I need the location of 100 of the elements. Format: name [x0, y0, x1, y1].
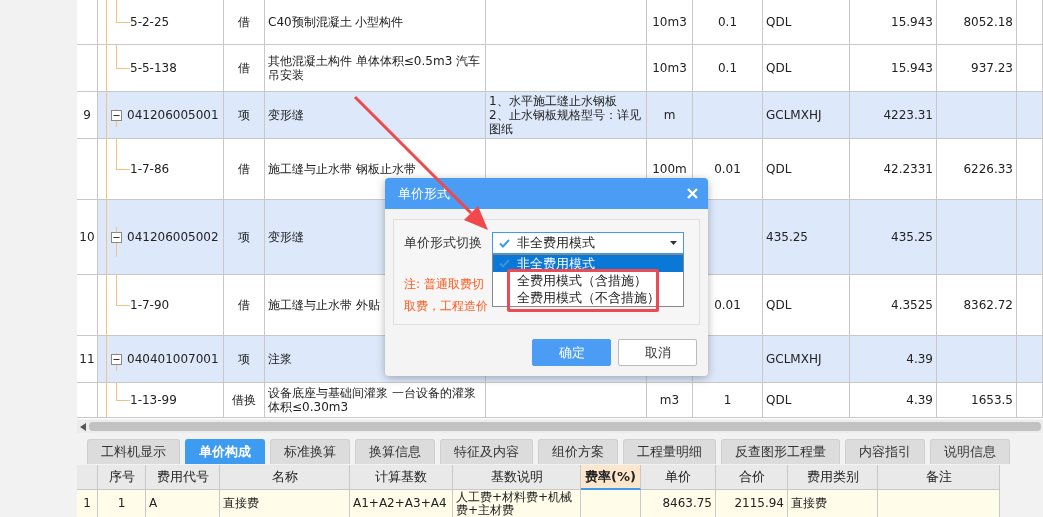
table-cell-text: 4223.31	[883, 108, 933, 122]
table-cell-text: m3	[659, 393, 680, 407]
table-cell-text: 040401007001	[127, 352, 219, 366]
column-header[interactable]: 基数说明	[453, 465, 581, 490]
tab[interactable]: 工料机显示	[87, 439, 180, 464]
table-cell-text: 项	[238, 230, 250, 244]
close-icon[interactable]	[687, 188, 698, 199]
table-cell-text: 8362.72	[963, 298, 1013, 312]
table-cell	[581, 490, 641, 517]
table-cell-text: 1	[723, 393, 732, 407]
table-cell: A	[146, 490, 220, 517]
table-cell-text: 设备底座与基础间灌浆 一台设备的灌浆体积≤0.30m3	[268, 386, 477, 414]
table-cell-text: 0.01	[714, 162, 741, 176]
table-cell-text: 变形缝	[268, 230, 304, 244]
column-header[interactable]: 费用代号	[146, 465, 220, 490]
table-cell-text: 100m	[652, 162, 687, 176]
table-cell-text: 施工缝与止水带 钢板止水带	[268, 162, 416, 176]
table-cell: 直接费	[788, 490, 878, 517]
column-header[interactable]: 费率(%)	[581, 465, 641, 490]
collapse-icon[interactable]	[111, 231, 122, 243]
table-cell-text: 注浆	[268, 352, 292, 366]
table-cell-text: QDL	[766, 298, 792, 312]
table-cell-text: 15.943	[891, 15, 933, 29]
table-cell-text: 5-5-138	[130, 61, 177, 75]
column-header[interactable]: 名称	[220, 465, 350, 490]
column-header[interactable]: 单价	[641, 465, 716, 490]
column-header[interactable]: 计算基数	[350, 465, 453, 490]
table-cell-text: 1-13-99	[130, 393, 177, 407]
table-cell-text: 借	[238, 298, 250, 312]
table-cell-text: 937.23	[971, 61, 1013, 75]
tab[interactable]: 说明信息	[930, 439, 1010, 464]
table-cell-text: 435.25	[766, 230, 808, 244]
check-icon	[499, 238, 510, 248]
tab[interactable]: 内容指引	[845, 439, 925, 464]
field-label: 单价形式切换	[404, 234, 482, 252]
tab[interactable]: 换算信息	[355, 439, 435, 464]
table-cell-text: 9	[83, 108, 91, 122]
table-cell-text: 041206005002	[127, 230, 219, 244]
column-header[interactable]: 合价	[716, 465, 788, 490]
table-cell-text: 0.01	[714, 298, 741, 312]
column-header[interactable]: 序号	[98, 465, 146, 490]
cancel-button[interactable]: 取消	[618, 339, 697, 366]
warning-note: 注: 普通取费切	[404, 276, 484, 293]
table-cell-text: 借	[238, 15, 250, 29]
table-cell-text: C40预制混凝土 小型构件	[268, 15, 404, 29]
table-cell-text: 42.2331	[883, 162, 933, 176]
table-cell: A1+A2+A3+A4	[350, 490, 453, 517]
table-cell-text: QDL	[766, 393, 792, 407]
table-cell-text: 借	[238, 61, 250, 75]
table-cell-text: 1653.5	[971, 393, 1013, 407]
table-cell-text: 1-7-86	[130, 162, 170, 176]
table-cell: 1	[98, 490, 146, 517]
table-cell-text: 4.39	[906, 352, 933, 366]
table-cell: 直接费	[220, 490, 350, 517]
table-cell-text: 4.39	[906, 393, 933, 407]
table-cell-text: 其他混凝土构件 单体体积≤0.5m3 汽车吊安装	[268, 54, 482, 82]
table-cell-text: 10m3	[652, 61, 687, 75]
dropdown-option[interactable]: 全费用模式（不含措施）	[493, 289, 683, 306]
table-cell-text: 15.943	[891, 61, 933, 75]
table-cell-text: 041206005001	[127, 108, 219, 122]
table-cell-text: 项	[238, 108, 250, 122]
check-icon	[499, 259, 510, 268]
horizontal-scrollbar[interactable]	[77, 420, 1043, 433]
tab[interactable]: 特征及内容	[440, 439, 533, 464]
column-header[interactable]: 备注	[878, 465, 1000, 490]
tab[interactable]: 标准换算	[270, 439, 350, 464]
scroll-left-icon[interactable]	[80, 422, 86, 431]
table-cell-text: 10	[79, 230, 95, 244]
collapse-icon[interactable]	[111, 109, 122, 121]
tab[interactable]: 反查图形工程量	[721, 439, 840, 464]
tab[interactable]: 工程量明细	[623, 439, 716, 464]
tab[interactable]: 组价方案	[538, 439, 618, 464]
table-cell-text: 借换	[232, 393, 256, 407]
column-header[interactable]: 费用类别	[788, 465, 878, 490]
table-cell-text: 变形缝	[268, 108, 304, 122]
table-cell-text: 435.25	[891, 230, 933, 244]
warning-note: 取费，工程造价	[404, 298, 488, 315]
table-cell-text: 项	[238, 352, 250, 366]
table-cell-text: 1-7-90	[130, 298, 170, 312]
table-cell: 人工费+材料费+机械费+主材费	[453, 490, 581, 517]
table-cell-text: 8052.18	[963, 15, 1013, 29]
table-cell: 2115.94	[716, 490, 788, 517]
table-cell-text: m	[663, 108, 676, 122]
header-cell	[77, 465, 98, 490]
table-cell-text: QDL	[766, 61, 792, 75]
table-cell-text: GCLMXHJ	[766, 108, 822, 122]
table-cell-text: 4.3525	[891, 298, 933, 312]
table-cell-text: 0.1	[717, 15, 738, 29]
table-cell-text: 6226.33	[963, 162, 1013, 176]
table-cell-text: 施工缝与止水带 外贴	[268, 298, 380, 312]
dropdown-select[interactable]: 非全费用模式	[492, 232, 684, 254]
table-cell-text: 5-2-25	[130, 15, 170, 29]
row-number: 1	[77, 490, 98, 517]
collapse-icon[interactable]	[111, 353, 122, 365]
caret-icon	[670, 241, 677, 245]
table-cell-text: QDL	[766, 162, 792, 176]
table-cell-text: 借	[238, 162, 250, 176]
table-cell-text: GCLMXHJ	[766, 352, 822, 366]
table-cell-text: 10m3	[652, 15, 687, 29]
table-cell-text: QDL	[766, 15, 792, 29]
